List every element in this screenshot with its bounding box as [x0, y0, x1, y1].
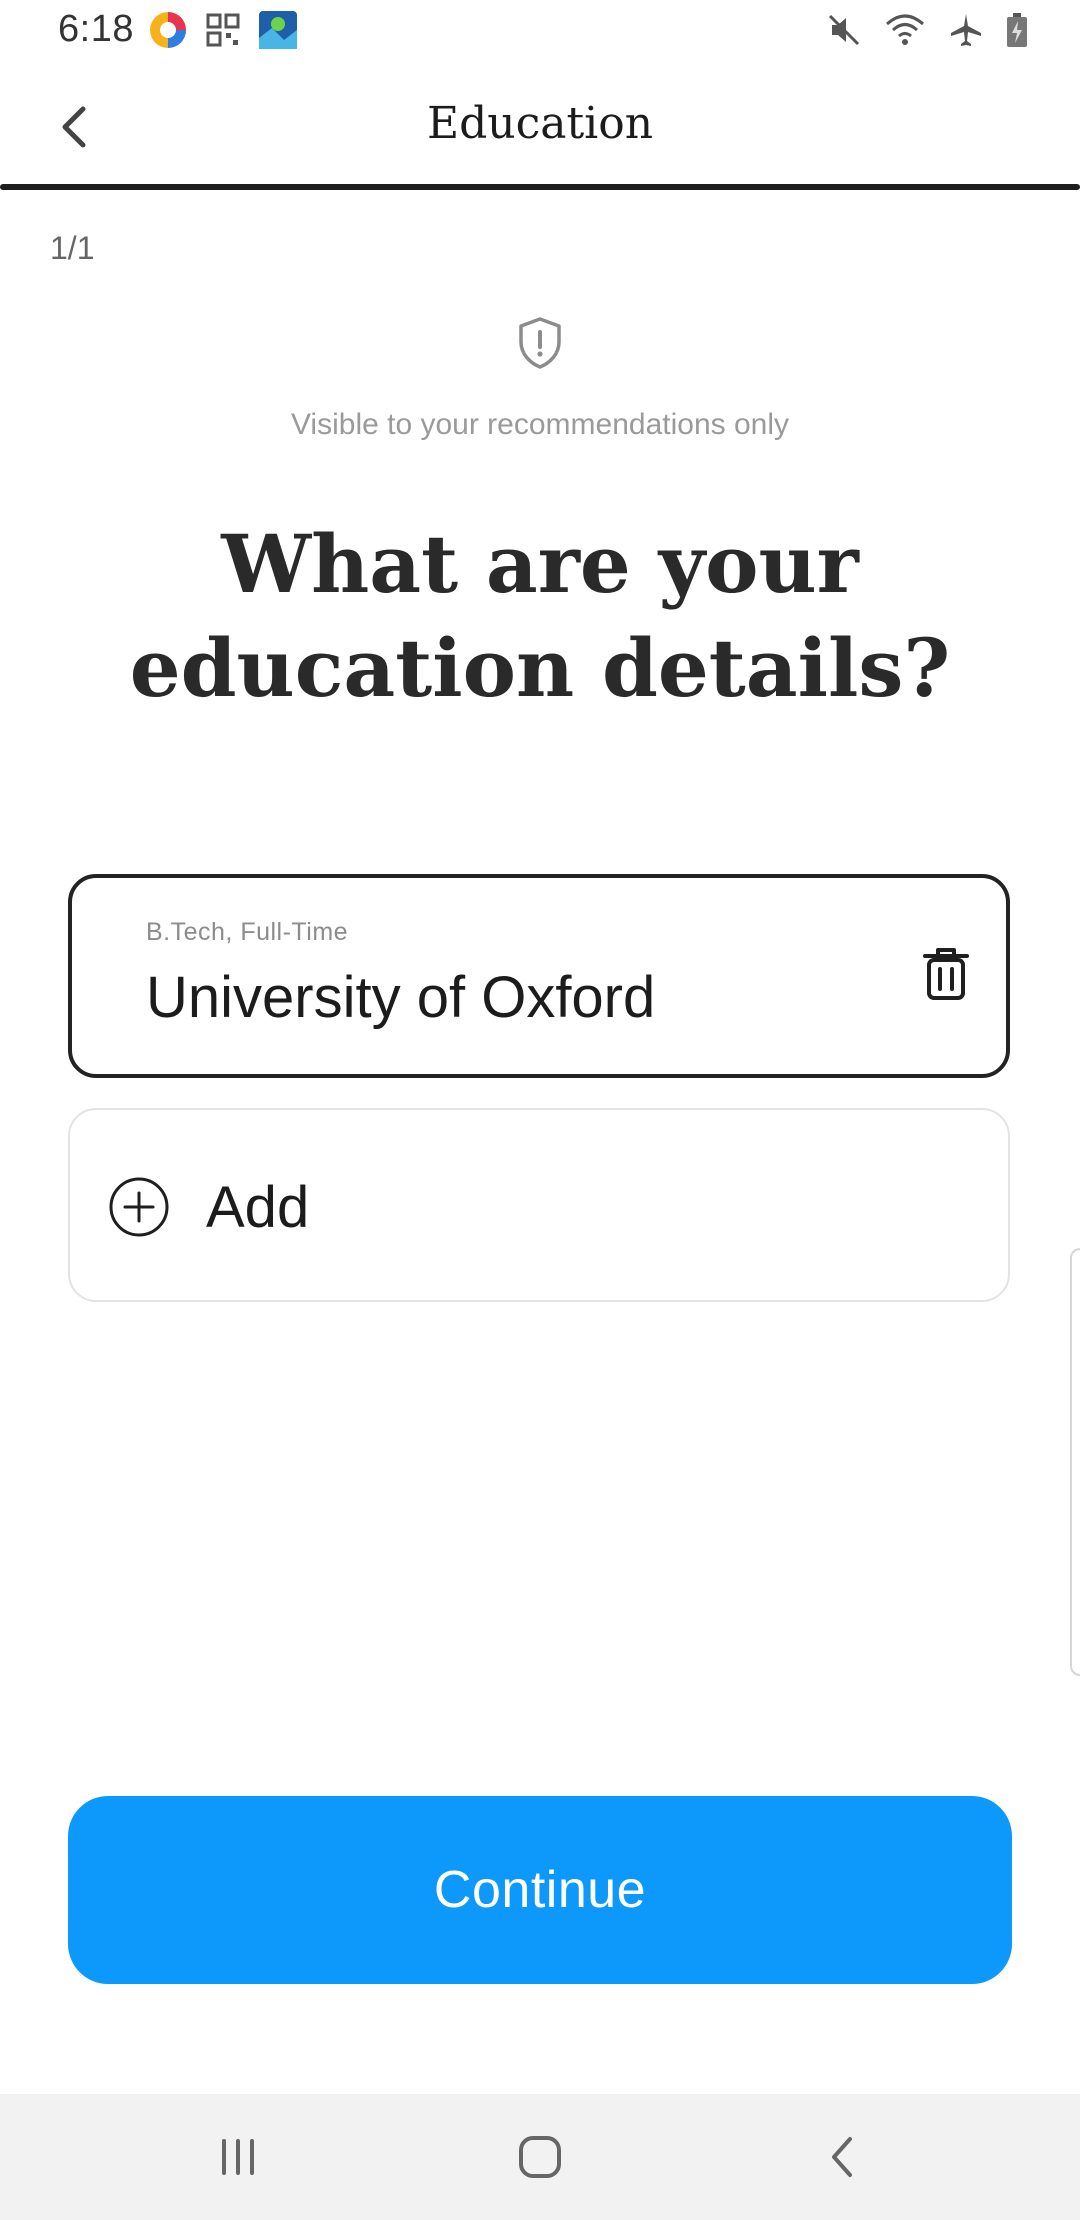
delete-entry-button[interactable]	[914, 944, 978, 1008]
step-counter: 1/1	[50, 230, 95, 266]
app-bar: Education	[0, 64, 1080, 188]
screen: 6:18 Education 1/1 Visible to your recom…	[0, 0, 1080, 2220]
education-institution: University of Oxford	[146, 965, 656, 1030]
edge-panel-handle[interactable]	[1070, 1248, 1080, 1676]
shield-alert-icon	[517, 316, 563, 375]
status-right-icons	[826, 12, 1028, 53]
wifi-icon	[884, 12, 926, 53]
status-time: 6:18	[58, 8, 134, 50]
nav-back-icon	[824, 2133, 860, 2186]
add-label: Add	[206, 1175, 310, 1240]
page-title: Education	[426, 98, 654, 149]
plus-circle-icon	[108, 1176, 170, 1238]
continue-label: Continue	[433, 1861, 647, 1919]
system-nav-bar	[0, 2094, 1080, 2220]
maps-app-icon	[258, 10, 298, 55]
recent-apps-icon	[216, 2135, 260, 2184]
home-button[interactable]	[490, 2114, 590, 2204]
recent-apps-button[interactable]	[188, 2114, 288, 2204]
visibility-note: Visible to your recommendations only	[290, 408, 790, 441]
battery-charging-icon	[1006, 12, 1028, 53]
browser-app-icon	[148, 10, 188, 55]
trash-icon	[923, 946, 969, 1007]
add-education-button[interactable]: Add	[68, 1108, 1010, 1302]
status-bar: 6:18	[0, 0, 1080, 64]
status-left-icons	[148, 10, 298, 55]
question-heading: What are your education details?	[129, 517, 951, 715]
mute-icon	[826, 12, 862, 53]
education-entry-card[interactable]: B.Tech, Full-Time University of Oxford	[68, 874, 1010, 1078]
continue-button[interactable]: Continue	[68, 1796, 1012, 1984]
home-icon	[516, 2133, 564, 2186]
privacy-indicator	[0, 316, 1080, 375]
nav-back-button[interactable]	[792, 2114, 892, 2204]
qr-scanner-icon	[206, 13, 240, 52]
header-divider	[0, 184, 1080, 190]
education-degree: B.Tech, Full-Time	[146, 918, 349, 946]
airplane-mode-icon	[948, 12, 984, 53]
